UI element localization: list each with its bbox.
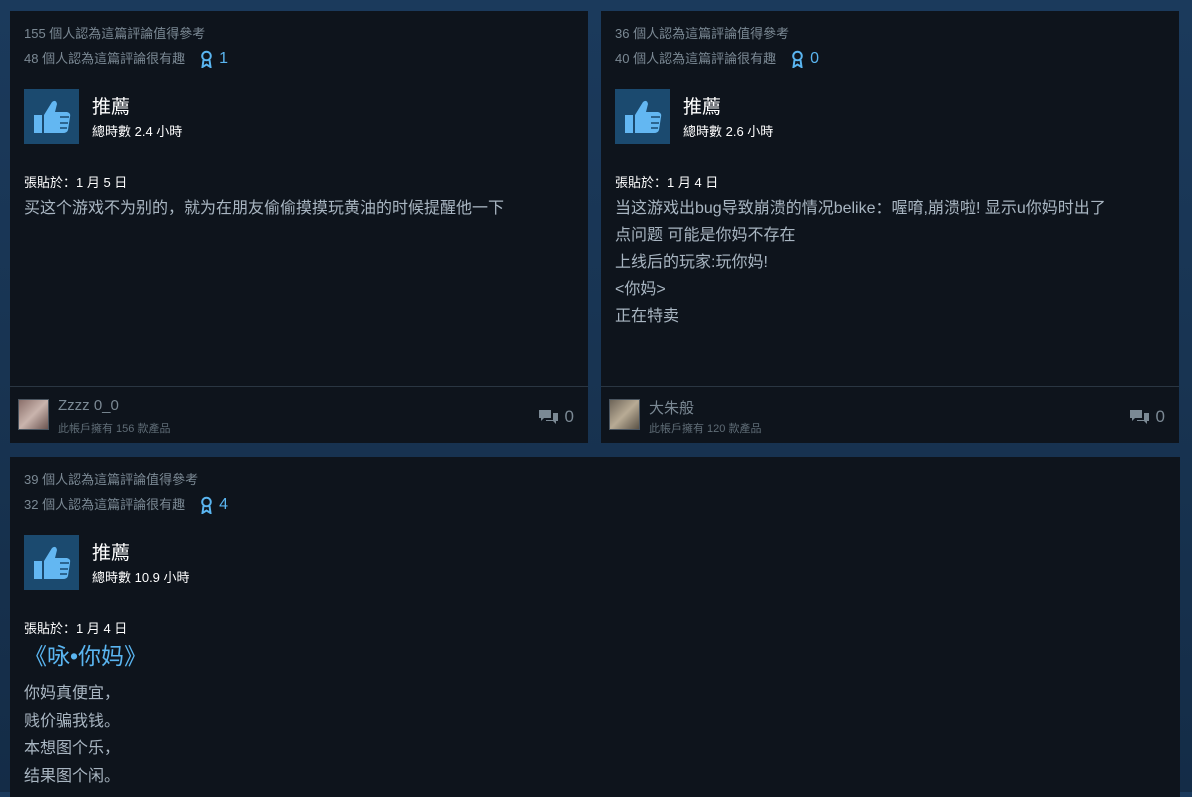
review-line: 本想图个乐， xyxy=(24,740,121,757)
vote-info: 36 個人認為這篇評論值得參考 40 個人認為這篇評論很有趣 0 xyxy=(615,11,1165,71)
review-heading: 《咏•你妈》 xyxy=(24,643,148,669)
award-ribbon-icon xyxy=(201,496,212,514)
helpful-count: 39 個人認為這篇評論值得參考 xyxy=(24,472,199,487)
author-name[interactable]: 大朱般 xyxy=(649,397,694,418)
funny-count: 48 個人認為這篇評論很有趣 xyxy=(24,51,186,66)
author-name[interactable]: Zzzz 0_0 xyxy=(58,397,119,414)
avatar[interactable] xyxy=(609,399,640,430)
comment-count: 0 xyxy=(1155,407,1165,426)
recommendation[interactable]: 推薦 總時數 2.6 小時 xyxy=(615,89,773,144)
review-line: 正在特卖 xyxy=(615,308,680,325)
rating-label: 推薦 xyxy=(92,97,131,118)
award-count: 4 xyxy=(219,496,228,513)
playtime: 總時數 2.6 小時 xyxy=(683,124,774,139)
comment-count: 0 xyxy=(564,407,574,426)
review-line: 当这游戏出bug导致崩溃的情况belike：喔唷,崩溃啦! 显示u你妈时出了 xyxy=(615,200,1106,217)
vote-info: 39 個人認為這篇評論值得參考 32 個人認為這篇評論很有趣 4 xyxy=(24,457,1166,517)
thumbs-up-icon xyxy=(24,535,79,590)
funny-count: 40 個人認為這篇評論很有趣 xyxy=(615,51,777,66)
funny-count: 32 個人認為這篇評論很有趣 xyxy=(24,497,186,512)
helpful-count: 155 個人認為這篇評論值得參考 xyxy=(24,26,206,41)
review-footer: Zzzz 0_0 此帳戶擁有 156 款產品 0 xyxy=(10,386,588,443)
playtime: 總時數 2.4 小時 xyxy=(92,124,183,139)
award-button[interactable]: 4 xyxy=(200,492,228,517)
comment-bubbles-icon xyxy=(1129,410,1149,424)
comments-button[interactable]: 0 xyxy=(538,407,574,427)
posted-date: 張貼於：1 月 4 日 xyxy=(615,175,719,190)
recommendation[interactable]: 推薦 總時數 2.4 小時 xyxy=(24,89,182,144)
playtime: 總時數 10.9 小時 xyxy=(92,570,190,585)
avatar[interactable] xyxy=(18,399,49,430)
rating-label: 推薦 xyxy=(92,543,131,564)
review-line: 点问题 可能是你妈不存在 xyxy=(615,227,796,244)
review-text: 当这游戏出bug导致崩溃的情况belike：喔唷,崩溃啦! 显示u你妈时出了 点… xyxy=(615,195,1165,330)
review-card: 36 個人認為這篇評論值得參考 40 個人認為這篇評論很有趣 0 推薦 總時數 … xyxy=(601,11,1179,443)
review-line: 买这个游戏不为别的，就为在朋友偷偷摸摸玩黄油的时候提醒他一下 xyxy=(24,200,505,217)
award-count: 1 xyxy=(219,50,228,67)
comments-button[interactable]: 0 xyxy=(1129,407,1165,427)
review-line: 结果图个闲。 xyxy=(24,767,121,785)
products-owned: 此帳戶擁有 120 款產品 xyxy=(649,423,762,435)
helpful-count: 36 個人認為這篇評論值得參考 xyxy=(615,26,790,41)
award-button[interactable]: 0 xyxy=(791,46,819,71)
award-count: 0 xyxy=(810,50,819,67)
posted-date: 張貼於：1 月 4 日 xyxy=(24,621,128,636)
thumbs-up-icon xyxy=(615,89,670,144)
recommendation[interactable]: 推薦 總時數 10.9 小時 xyxy=(24,535,190,590)
vote-info: 155 個人認為這篇評論值得參考 48 個人認為這篇評論很有趣 1 xyxy=(24,11,574,71)
review-line: 你妈真便宜， xyxy=(24,685,121,702)
award-ribbon-icon xyxy=(201,50,212,68)
review-line: <你妈> xyxy=(615,281,666,298)
review-line: 贱价骗我钱。 xyxy=(24,712,121,730)
review-card: 39 個人認為這篇評論值得參考 32 個人認為這篇評論很有趣 4 推薦 總時數 … xyxy=(10,457,1180,797)
thumbs-up-icon xyxy=(24,89,79,144)
award-ribbon-icon xyxy=(792,50,803,68)
rating-label: 推薦 xyxy=(683,97,722,118)
review-card: 155 個人認為這篇評論值得參考 48 個人認為這篇評論很有趣 1 推薦 總時數… xyxy=(10,11,588,443)
review-footer: 大朱般 此帳戶擁有 120 款產品 0 xyxy=(601,386,1179,443)
review-text: 买这个游戏不为别的，就为在朋友偷偷摸摸玩黄油的时候提醒他一下 xyxy=(24,195,574,222)
award-button[interactable]: 1 xyxy=(200,46,228,71)
review-line: 上线后的玩家:玩你妈! xyxy=(615,254,768,271)
posted-date: 張貼於：1 月 5 日 xyxy=(24,175,128,190)
products-owned: 此帳戶擁有 156 款產品 xyxy=(58,423,171,435)
comment-bubbles-icon xyxy=(538,410,558,424)
review-text: 你妈真便宜， 贱价骗我钱。 本想图个乐， 结果图个闲。 xyxy=(24,680,120,790)
